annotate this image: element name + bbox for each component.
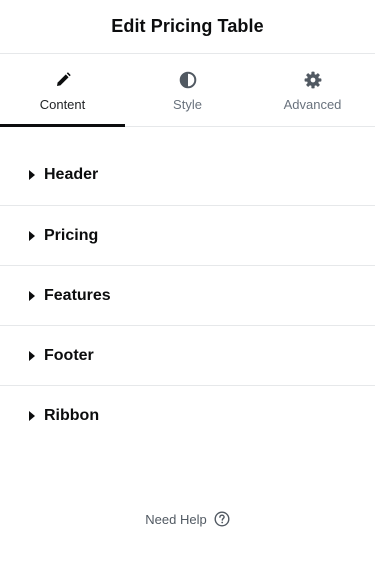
tab-style-label: Style xyxy=(173,97,202,112)
tab-style[interactable]: Style xyxy=(125,54,250,126)
gear-icon xyxy=(303,70,323,90)
section-label: Pricing xyxy=(44,226,99,244)
section-pricing[interactable]: Pricing xyxy=(0,206,375,266)
caret-right-icon xyxy=(29,230,39,242)
section-label: Footer xyxy=(44,346,94,364)
caret-right-icon xyxy=(29,169,39,181)
half-circle-icon xyxy=(178,70,198,90)
pencil-icon xyxy=(53,70,73,90)
need-help-link[interactable]: Need Help xyxy=(0,511,375,527)
tab-bar: Content Style Advanced xyxy=(0,54,375,127)
section-footer[interactable]: Footer xyxy=(0,326,375,386)
caret-right-icon xyxy=(29,410,39,422)
section-label: Ribbon xyxy=(44,407,100,424)
panel-header: Edit Pricing Table xyxy=(0,0,375,54)
section-ribbon[interactable]: Ribbon xyxy=(0,386,375,446)
caret-right-icon xyxy=(29,350,39,362)
section-list: Header Pricing Features Footer Ribbon xyxy=(0,127,375,446)
section-label: Header xyxy=(44,165,99,183)
tab-content[interactable]: Content xyxy=(0,54,125,127)
tab-advanced-label: Advanced xyxy=(283,97,342,112)
section-label: Features xyxy=(44,286,111,304)
caret-right-icon xyxy=(29,290,39,302)
need-help-label: Need Help xyxy=(145,511,207,527)
tab-advanced[interactable]: Advanced xyxy=(250,54,375,126)
panel-title: Edit Pricing Table xyxy=(111,16,264,36)
tab-content-label: Content xyxy=(39,97,86,112)
question-circle-icon xyxy=(214,511,230,527)
section-features[interactable]: Features xyxy=(0,266,375,326)
section-header[interactable]: Header xyxy=(0,127,375,206)
